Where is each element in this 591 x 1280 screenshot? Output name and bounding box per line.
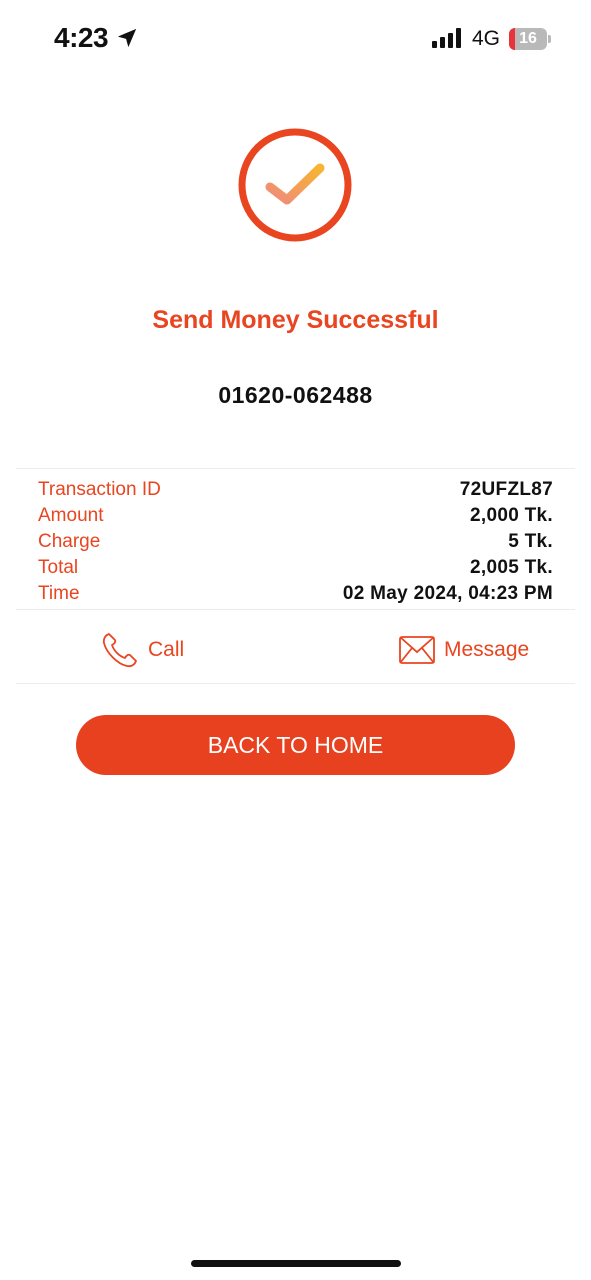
location-arrow-icon <box>117 28 137 48</box>
network-type-label: 4G <box>472 27 501 50</box>
battery-body: 16 <box>509 28 547 50</box>
detail-label: Total <box>38 557 79 578</box>
message-button[interactable]: Message <box>398 627 529 673</box>
divider-top <box>16 468 575 469</box>
call-button[interactable]: Call <box>100 627 184 673</box>
back-to-home-button[interactable]: BACK TO HOME <box>76 715 515 775</box>
signal-bars-icon <box>432 28 461 48</box>
battery-level: 16 <box>519 30 537 47</box>
detail-value: 72UFZL87 <box>459 479 553 500</box>
detail-label: Amount <box>38 505 104 526</box>
detail-row-total: Total 2,005 Tk. <box>38 555 553 581</box>
detail-value: 2,000 Tk. <box>470 505 553 526</box>
divider-bottom <box>16 683 575 684</box>
detail-row-charge: Charge 5 Tk. <box>38 529 553 555</box>
battery-tip <box>548 35 551 43</box>
detail-row-amount: Amount 2,000 Tk. <box>38 503 553 529</box>
call-label: Call <box>148 638 185 661</box>
detail-value: 2,005 Tk. <box>470 557 553 578</box>
envelope-icon <box>399 636 435 664</box>
detail-label: Time <box>38 583 80 604</box>
message-label: Message <box>444 638 530 661</box>
detail-label: Transaction ID <box>38 479 161 500</box>
battery-icon: 16 <box>509 28 551 50</box>
transaction-success-screen: 4:23 4G 16 Send Money Successful 01620-0… <box>0 0 591 1280</box>
detail-label: Charge <box>38 531 101 552</box>
divider-middle <box>16 609 575 610</box>
recipient-number: 01620-062488 <box>218 382 373 408</box>
detail-row-time: Time 02 May 2024, 04:23 PM <box>38 581 553 607</box>
home-indicator <box>191 1260 401 1267</box>
detail-row-transaction-id: Transaction ID 72UFZL87 <box>38 477 553 503</box>
checkmark-circle-icon <box>238 128 352 242</box>
transaction-details: Transaction ID 72UFZL87 Amount 2,000 Tk.… <box>38 477 553 607</box>
phone-icon <box>102 633 137 668</box>
success-title: Send Money Successful <box>152 306 439 334</box>
detail-value: 02 May 2024, 04:23 PM <box>342 583 553 604</box>
status-time: 4:23 <box>54 22 109 53</box>
status-bar: 4:23 4G 16 <box>0 0 591 80</box>
detail-value: 5 Tk. <box>508 531 553 552</box>
